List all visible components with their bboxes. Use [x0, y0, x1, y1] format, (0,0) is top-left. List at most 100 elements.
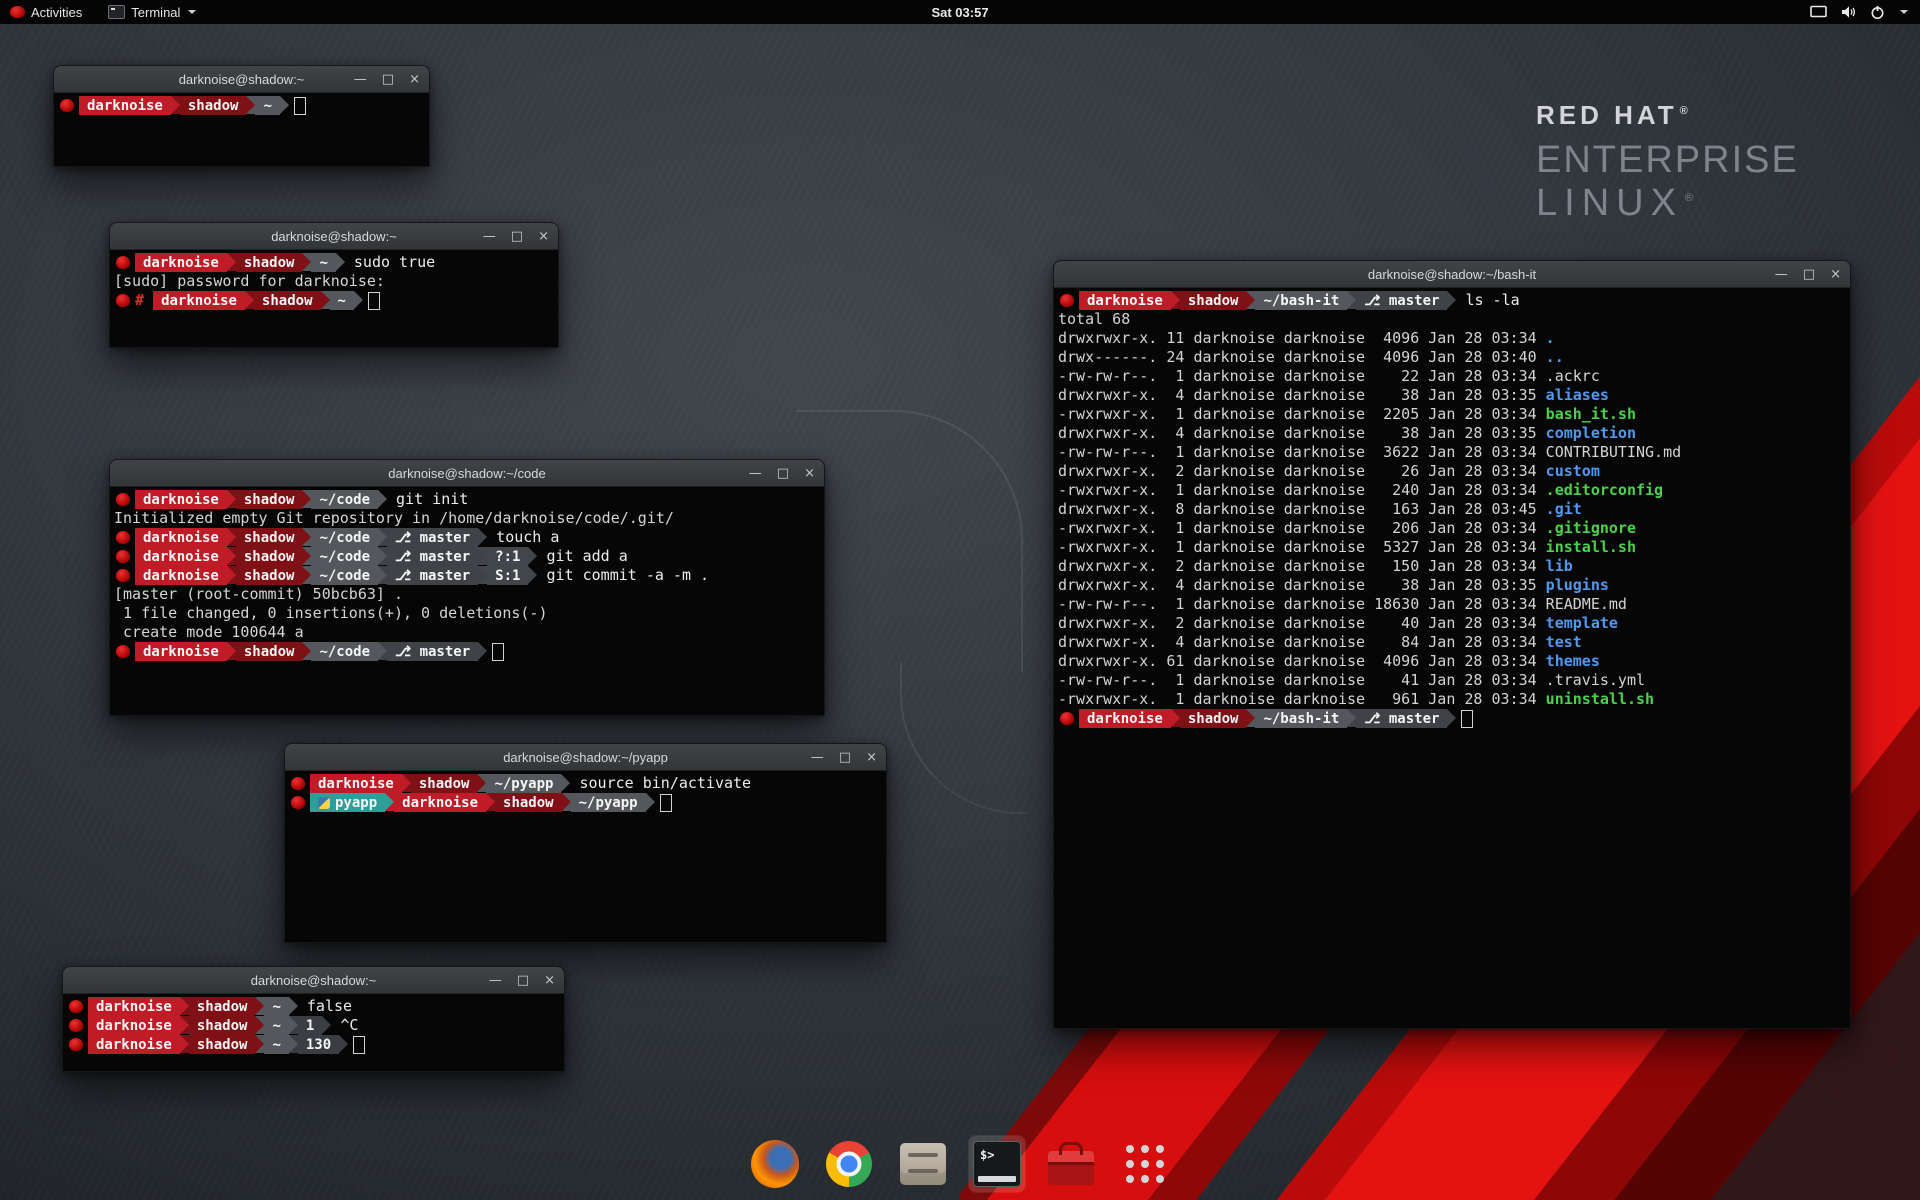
powerline-arrow [1447, 709, 1456, 727]
dock-chrome[interactable] [821, 1136, 877, 1192]
top-bar: Activities Terminal Sat 03:57 [0, 0, 1920, 24]
terminal-window-home-2[interactable]: darknoise@shadow:~ — □ × darknoise shadow… [62, 966, 565, 1072]
clock[interactable]: Sat 03:57 [931, 5, 988, 20]
prompt-segment-path: ~/pyapp [486, 774, 561, 793]
terminal-window-home-1[interactable]: darknoise@shadow:~ — □ × darknoiseshadow… [53, 65, 430, 167]
dock-toolbox[interactable] [1043, 1136, 1099, 1192]
prompt-segment-host: shadow [189, 1035, 256, 1054]
close-button[interactable]: × [1830, 268, 1841, 281]
close-button[interactable]: × [409, 73, 420, 86]
powerline-arrow [227, 490, 236, 508]
terminal-cursor [1461, 710, 1473, 728]
file-name: .editorconfig [1546, 481, 1663, 500]
redhat-icon [116, 645, 130, 658]
maximize-button[interactable]: □ [382, 73, 394, 86]
powerline-arrow [180, 997, 189, 1015]
terminal-line: -rwxrwxr-x. 1 darknoise darknoise 240 Ja… [1058, 481, 1848, 500]
terminal-line: create mode 100644 a [114, 623, 822, 642]
dock-terminal[interactable]: $> [969, 1136, 1025, 1192]
prompt-segment-path: ~/code [311, 642, 378, 661]
powerline-arrow [378, 547, 387, 565]
titlebar[interactable]: darknoise@shadow:~ — □ × [110, 223, 558, 250]
titlebar[interactable]: darknoise@shadow:~/bash-it — □ × [1054, 261, 1850, 288]
terminal-content[interactable]: darknoiseshadow~ falsedarknoiseshadow~1 … [63, 994, 564, 1072]
terminal-window-bash-it[interactable]: darknoise@shadow:~/bash-it — □ × darknoi… [1053, 260, 1851, 1029]
powerline-arrow [478, 528, 487, 546]
dock-app-grid[interactable] [1117, 1136, 1173, 1192]
maximize-button[interactable]: □ [511, 230, 523, 243]
terminal-window-pyapp[interactable]: darknoise@shadow:~/pyapp — □ × darknoise… [284, 743, 887, 943]
output-text: drwxrwxr-x. 4 darknoise darknoise 38 Jan… [1058, 576, 1546, 595]
dock: $> [747, 1136, 1173, 1192]
terminal-window-sudo[interactable]: darknoise@shadow:~ — □ × darknoiseshadow… [109, 222, 559, 348]
prompt-segment-path: ~ [264, 1035, 288, 1054]
redhat-icon [291, 796, 305, 809]
prompt-segment-user: darknoise [135, 528, 227, 547]
terminal-content[interactable]: darknoiseshadow~/bash-it⎇ master ls -lat… [1054, 288, 1850, 1029]
minimize-button[interactable]: — [489, 974, 502, 987]
terminal-content[interactable]: darknoiseshadow~ sudo true[sudo] passwor… [110, 250, 558, 348]
maximize-button[interactable]: □ [1803, 268, 1815, 281]
terminal-content[interactable]: darknoiseshadow~ [54, 93, 429, 167]
titlebar[interactable]: darknoise@shadow:~ — □ × [63, 967, 564, 994]
powerline-arrow [246, 96, 255, 114]
powerline-arrow [486, 793, 495, 811]
titlebar[interactable]: darknoise@shadow:~/pyapp — □ × [285, 744, 886, 771]
powerline-arrow [385, 793, 394, 811]
output-text: 1 file changed, 0 insertions(+), 0 delet… [114, 604, 547, 623]
output-text: Initialized empty Git repository in /hom… [114, 509, 674, 528]
minimize-button[interactable]: — [1775, 268, 1788, 281]
close-button[interactable]: × [544, 974, 555, 987]
maximize-button[interactable]: □ [777, 467, 789, 480]
display-icon[interactable] [1810, 5, 1827, 19]
prompt-segment-host: shadow [189, 997, 256, 1016]
terminal-line: drwxrwxr-x. 4 darknoise darknoise 38 Jan… [1058, 386, 1848, 405]
dock-files[interactable] [895, 1136, 951, 1192]
maximize-button[interactable]: □ [517, 974, 529, 987]
command-text: false [298, 997, 352, 1016]
close-button[interactable]: × [866, 751, 877, 764]
prompt-segment-host: shadow [236, 528, 303, 547]
maximize-button[interactable]: □ [839, 751, 851, 764]
terminal-line: drwxrwxr-x. 2 darknoise darknoise 40 Jan… [1058, 614, 1848, 633]
output-text: -rw-rw-r--. 1 darknoise darknoise 3622 J… [1058, 443, 1546, 462]
command-text: git commit -a -m . [537, 566, 709, 585]
minimize-button[interactable]: — [483, 230, 496, 243]
redhat-icon [1060, 294, 1074, 307]
power-icon[interactable] [1870, 5, 1885, 20]
file-name: lib [1546, 557, 1573, 576]
titlebar[interactable]: darknoise@shadow:~ — □ × [54, 66, 429, 93]
volume-icon[interactable] [1840, 5, 1857, 19]
terminal-line: darknoiseshadow~/code⎇ master [114, 642, 822, 661]
terminal-cursor [660, 794, 672, 812]
file-name: .gitignore [1546, 519, 1636, 538]
close-button[interactable]: × [804, 467, 815, 480]
terminal-line: -rwxrwxr-x. 1 darknoise darknoise 961 Ja… [1058, 690, 1848, 709]
minimize-button[interactable]: — [811, 751, 824, 764]
minimize-button[interactable]: — [354, 73, 367, 86]
output-text: -rwxrwxr-x. 1 darknoise darknoise 2205 J… [1058, 405, 1546, 424]
close-button[interactable]: × [538, 230, 549, 243]
terminal-content[interactable]: darknoiseshadow~/pyapp source bin/activa… [285, 771, 886, 943]
powerline-arrow [336, 253, 345, 271]
terminal-line: drwxrwxr-x. 4 darknoise darknoise 38 Jan… [1058, 424, 1848, 443]
prompt-segment-host: shadow [411, 774, 478, 793]
prompt-segment-user: darknoise [135, 566, 227, 585]
titlebar[interactable]: darknoise@shadow:~/code — □ × [110, 460, 824, 487]
activities-button[interactable]: Activities [10, 0, 82, 24]
chevron-down-icon [188, 10, 196, 14]
terminal-content[interactable]: darknoiseshadow~/code git initInitialize… [110, 487, 824, 716]
powerline-arrow [302, 490, 311, 508]
app-menu-terminal[interactable]: Terminal [108, 0, 196, 24]
prompt-segment-user: darknoise [310, 774, 402, 793]
terminal-window-code[interactable]: darknoise@shadow:~/code — □ × darknoises… [109, 459, 825, 716]
powerline-arrow [1171, 709, 1180, 727]
dock-firefox[interactable] [747, 1136, 803, 1192]
powerline-arrow [227, 642, 236, 660]
prompt-segment-user: darknoise [88, 997, 180, 1016]
prompt-segment-user: darknoise [1079, 709, 1171, 728]
powerline-arrow [561, 774, 570, 792]
minimize-button[interactable]: — [749, 467, 762, 480]
prompt-segment-user: darknoise [394, 793, 486, 812]
command-text: ls -la [1456, 291, 1519, 310]
